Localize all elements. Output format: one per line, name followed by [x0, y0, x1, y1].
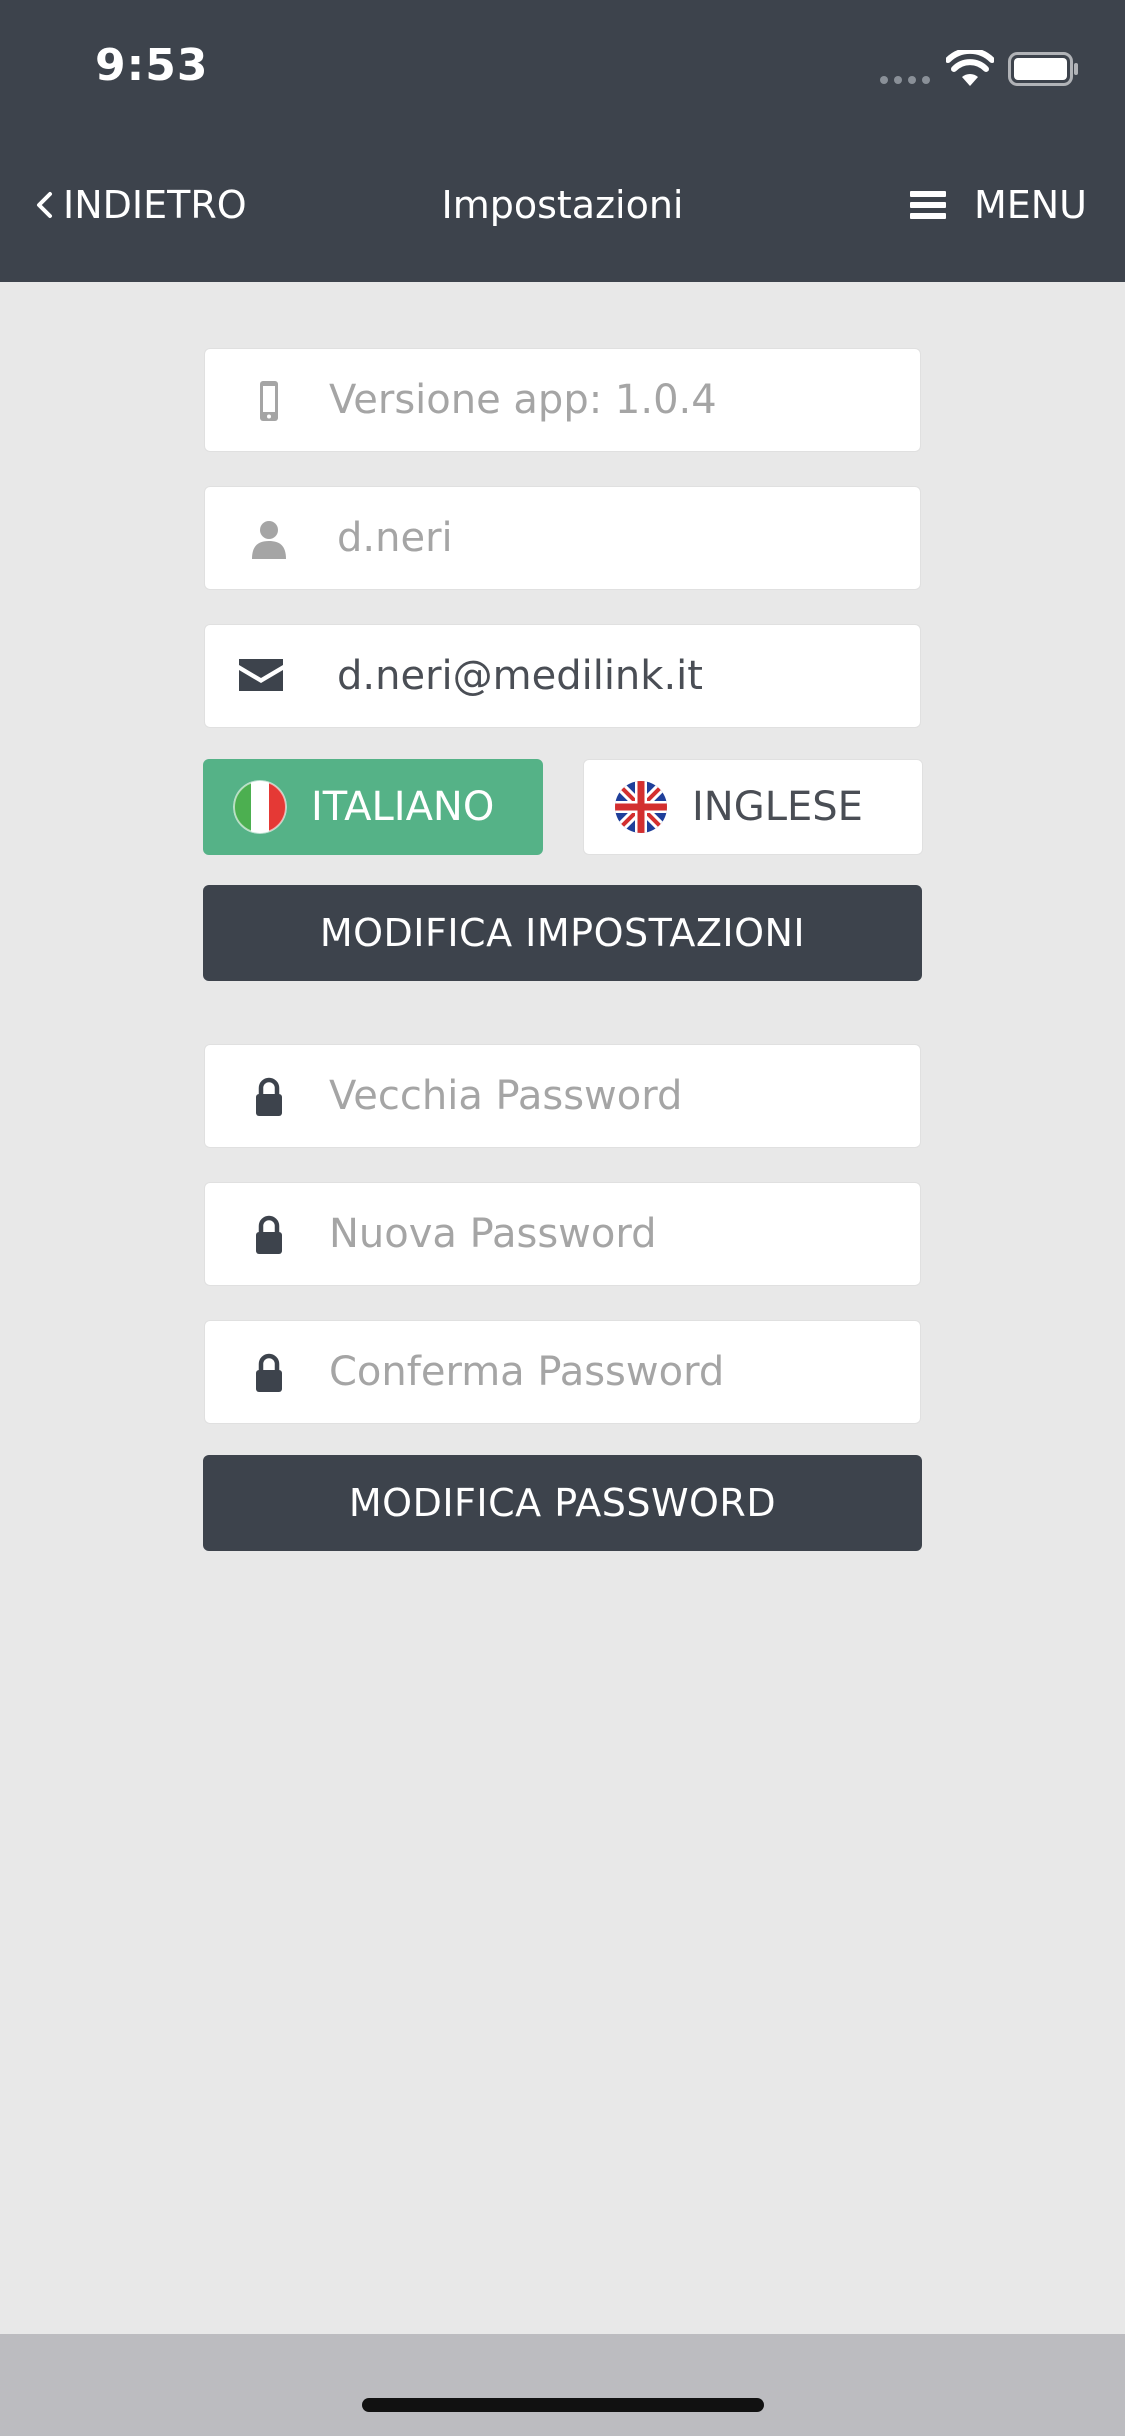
- lock-icon: [256, 1077, 282, 1116]
- lock-icon: [256, 1215, 282, 1254]
- uk-flag-icon: [615, 781, 667, 833]
- envelope-icon: [239, 659, 283, 691]
- cellular-signal-icon: [880, 76, 930, 84]
- hamburger-icon: [909, 191, 946, 219]
- bottom-safe-area: [0, 2334, 1125, 2436]
- new-password-input[interactable]: [329, 1211, 889, 1257]
- mobile-phone-icon: [260, 381, 278, 421]
- back-button-label: INDIETRO: [63, 183, 247, 227]
- language-italian-button[interactable]: ITALIANO: [203, 759, 543, 855]
- home-indicator[interactable]: [362, 2398, 764, 2412]
- confirm-password-input[interactable]: [329, 1349, 889, 1395]
- italy-flag-icon: [233, 780, 287, 834]
- menu-button-label: MENU: [973, 183, 1087, 227]
- language-english-label: INGLESE: [692, 784, 863, 830]
- language-italian-label: ITALIANO: [311, 784, 495, 830]
- app-version-text: Versione app: 1.0.4: [329, 377, 717, 423]
- save-password-button[interactable]: MODIFICA PASSWORD: [203, 1455, 922, 1551]
- save-settings-button[interactable]: MODIFICA IMPOSTAZIONI: [203, 885, 922, 981]
- app-version-field: Versione app: 1.0.4: [204, 348, 921, 452]
- confirm-password-field[interactable]: [204, 1320, 921, 1424]
- app-header: 9:53 INDIETRO Impostazioni MENU: [0, 0, 1125, 282]
- username-field: d.neri: [204, 486, 921, 590]
- status-bar-time: 9:53: [95, 40, 209, 91]
- chevron-left-icon: [37, 192, 52, 218]
- user-icon: [252, 521, 286, 559]
- wifi-icon: [946, 50, 994, 86]
- back-button[interactable]: INDIETRO: [35, 180, 247, 230]
- new-password-field[interactable]: [204, 1182, 921, 1286]
- email-text: d.neri@medilink.it: [337, 653, 703, 699]
- battery-icon: [1008, 52, 1078, 86]
- old-password-input[interactable]: [329, 1073, 889, 1119]
- old-password-field[interactable]: [204, 1044, 921, 1148]
- language-english-button[interactable]: INGLESE: [583, 759, 923, 855]
- email-field: d.neri@medilink.it: [204, 624, 921, 728]
- username-text: d.neri: [337, 515, 453, 561]
- lock-icon: [256, 1353, 282, 1392]
- menu-button[interactable]: MENU: [909, 180, 1087, 230]
